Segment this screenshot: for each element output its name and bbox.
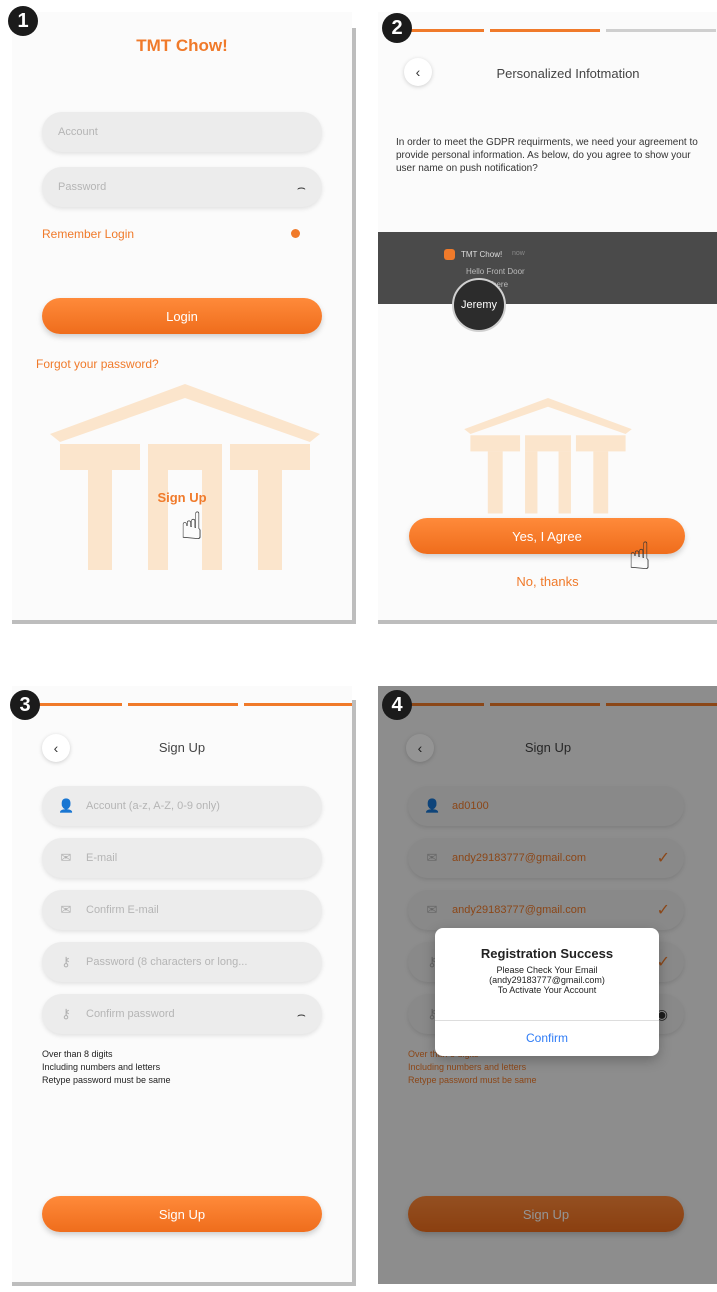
user-icon: 👤 xyxy=(58,798,75,813)
dialog-line-1: Please Check Your Email xyxy=(496,965,598,975)
confirm-password-placeholder: Confirm password xyxy=(86,1008,175,1020)
panel-divider xyxy=(12,620,356,624)
rule-item: Retype password must be same xyxy=(42,1075,171,1085)
step-number-badge: 4 xyxy=(382,690,412,720)
tmt-logo-watermark xyxy=(464,398,632,514)
step-number-badge: 2 xyxy=(382,13,412,43)
confirm-email-input[interactable]: ✉ Confirm E-mail xyxy=(42,890,322,930)
chevron-left-icon: ‹ xyxy=(415,64,421,80)
decline-link[interactable]: No, thanks xyxy=(378,574,717,589)
account-placeholder: Account (a-z, A-Z, 0-9 only) xyxy=(86,800,220,812)
confirm-password-input[interactable]: ⚷ Confirm password ⌢ xyxy=(42,994,322,1034)
panel-divider xyxy=(352,28,356,622)
password-rules: Over than 8 digits Including numbers and… xyxy=(42,1048,171,1087)
mail-icon: ✉ xyxy=(60,850,72,865)
notification-app-name: TMT Chow! xyxy=(461,250,503,259)
panel-divider xyxy=(352,700,356,1284)
rule-item: Over than 8 digits xyxy=(42,1049,113,1059)
page-title: Personalized Infotmation xyxy=(496,66,640,81)
mail-icon: ✉ xyxy=(60,902,72,917)
confirm-button[interactable]: Confirm xyxy=(435,1021,659,1055)
notification-line-1: Hello Front Door xyxy=(466,267,525,276)
app-icon xyxy=(444,249,455,260)
password-placeholder: Password xyxy=(58,181,107,193)
signup-screen: ‹ Sign Up 👤 Account (a-z, A-Z, 0-9 only)… xyxy=(12,686,352,1284)
consent-text: In order to meet the GDPR requirments, w… xyxy=(396,137,698,174)
progress-bar xyxy=(378,29,717,32)
notification-preview: TMT Chow! now Hello Front Door is here xyxy=(378,232,717,304)
sign-up-link[interactable]: Sign Up xyxy=(12,490,352,505)
step-number-badge: 1 xyxy=(8,6,38,36)
dialog-line-3: To Activate Your Account xyxy=(497,985,597,995)
pointing-hand-icon: ☝ xyxy=(180,506,204,548)
email-input[interactable]: ✉ E-mail xyxy=(42,838,322,878)
progress-bar xyxy=(12,703,352,706)
panel-divider xyxy=(12,1282,356,1286)
registration-success-dialog: Registration Success Please Check Your E… xyxy=(435,928,659,1056)
panel-divider xyxy=(378,620,717,624)
sign-up-button[interactable]: Sign Up xyxy=(42,1196,322,1232)
eye-icon[interactable]: ⌢ xyxy=(297,1006,306,1023)
key-icon: ⚷ xyxy=(61,1006,71,1021)
app-title: TMT Chow! xyxy=(136,36,228,55)
confirm-email-placeholder: Confirm E-mail xyxy=(86,904,159,916)
key-icon: ⚷ xyxy=(61,954,71,969)
account-input[interactable]: 👤 Account (a-z, A-Z, 0-9 only) xyxy=(42,786,322,826)
login-screen: TMT Chow! Account Password ⌢ Remember Lo… xyxy=(12,12,352,622)
email-placeholder: E-mail xyxy=(86,852,118,864)
pointing-hand-icon: ☝ xyxy=(628,536,652,578)
page-title: Sign Up xyxy=(158,740,206,755)
password-input[interactable]: ⚷ Password (8 characters or long... xyxy=(42,942,322,982)
eye-icon[interactable]: ⌢ xyxy=(297,179,306,196)
back-button[interactable]: ‹ xyxy=(404,58,432,86)
rule-item: Including numbers and letters xyxy=(42,1062,161,1072)
consent-screen: ‹ Personalized Infotmation In order to m… xyxy=(378,12,717,622)
password-input[interactable]: Password ⌢ xyxy=(42,167,322,207)
signup-success-screen: ‹ Sign Up 👤 ad0100 ✉ andy29183777@gmail.… xyxy=(378,686,717,1284)
user-name: Jeremy xyxy=(460,299,498,311)
password-placeholder: Password (8 characters or long... xyxy=(86,956,248,968)
step-number-badge: 3 xyxy=(10,690,40,720)
user-name-highlight: Jeremy xyxy=(452,278,506,332)
dialog-title: Registration Success xyxy=(480,946,614,961)
login-button[interactable]: Login xyxy=(42,298,322,334)
account-placeholder: Account xyxy=(58,126,98,138)
forgot-password-link[interactable]: Forgot your password? xyxy=(36,357,159,371)
remember-login-label: Remember Login xyxy=(42,227,135,241)
remember-login-toggle[interactable] xyxy=(291,229,300,238)
dialog-line-2: (andy29183777@gmail.com) xyxy=(489,975,605,985)
account-input[interactable]: Account xyxy=(42,112,322,152)
notification-time: now xyxy=(512,250,525,257)
